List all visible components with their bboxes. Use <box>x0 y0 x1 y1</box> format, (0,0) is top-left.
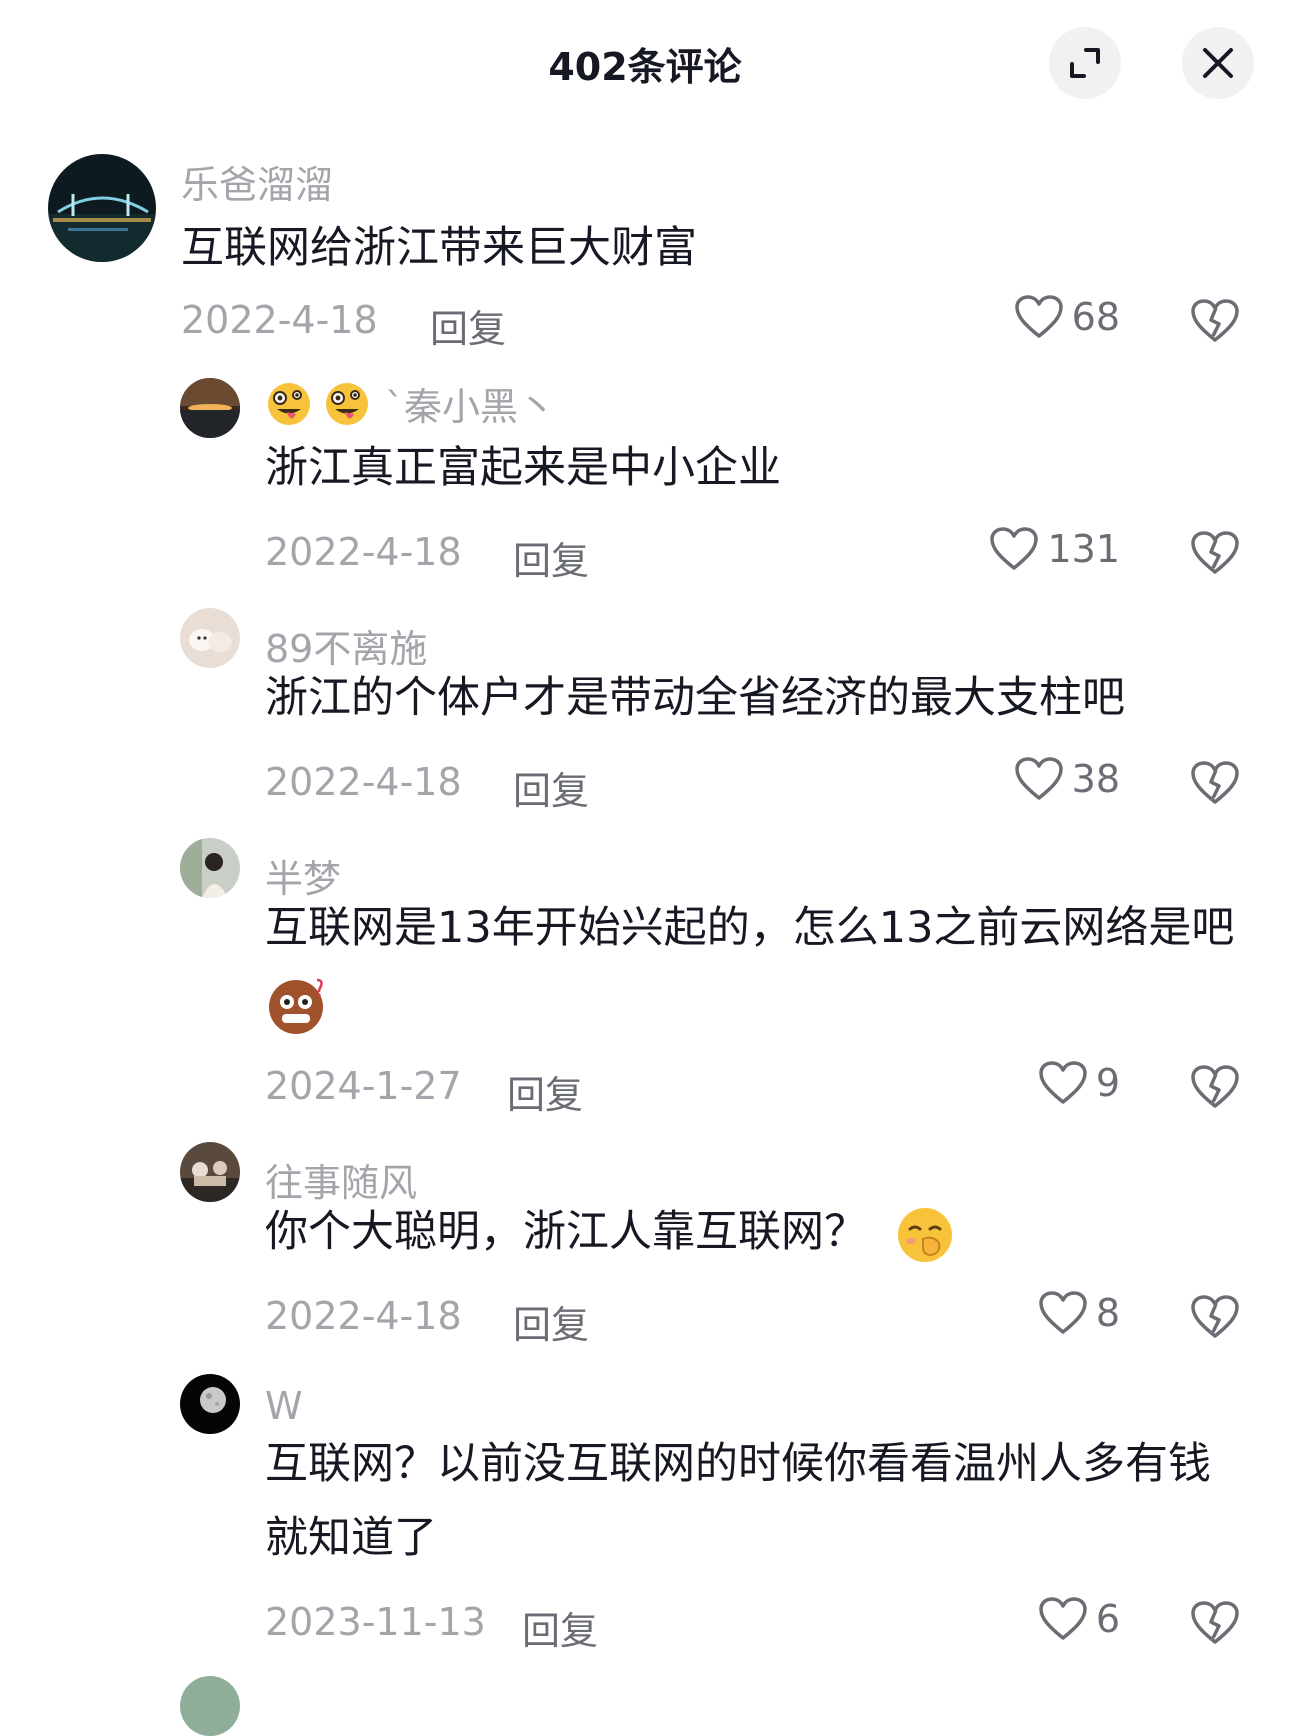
close-icon <box>1203 48 1233 78</box>
comment-date: 2022-4-18 <box>181 298 378 342</box>
heart-icon <box>1014 757 1063 800</box>
reply-item: 89不离施 浙江的个体户才是带动全省经济的最大支柱吧 2022-4-18 回复 … <box>0 608 1290 813</box>
comments-header: 402条评论 <box>0 0 1290 120</box>
username-text: `秦小黑丶 <box>385 385 557 429</box>
avatar[interactable] <box>180 378 240 438</box>
comment-text: 互联网是13年开始兴起的，怎么13之前云网络是吧 <box>265 891 1265 1039</box>
zany-face-emoji <box>268 382 310 425</box>
comment-text: 互联网给浙江带来巨大财富 <box>181 223 697 273</box>
avatar[interactable] <box>180 1676 240 1736</box>
dislike-icon[interactable] <box>1190 758 1240 808</box>
dislike-icon[interactable] <box>1190 1598 1240 1648</box>
heart-icon <box>1039 1597 1087 1640</box>
reply-item: 往事随风 你个大聪明，浙江人靠互联网？ 2022-4-18 回复 8 <box>0 1142 1290 1347</box>
comment-text: 互联网？以前没互联网的时候你看看温州人多有钱 就知道了 <box>265 1427 1275 1575</box>
reply-item: 半梦 互联网是13年开始兴起的，怎么13之前云网络是吧 2024-1-27 回复… <box>0 838 1290 1117</box>
comment-text: 浙江的个体户才是带动全省经济的最大支柱吧 <box>265 673 1125 723</box>
comment-date: 2022-4-18 <box>265 530 462 574</box>
comment-text-content: 互联网是13年开始兴起的，怎么13之前云网络是吧 <box>265 903 1235 953</box>
dizzy-face-emoji <box>269 978 323 1034</box>
dislike-icon[interactable] <box>1190 1292 1240 1342</box>
avatar[interactable] <box>180 608 240 668</box>
like-count: 9 <box>1095 1061 1120 1105</box>
heart-icon <box>1039 1291 1087 1334</box>
reply-button[interactable]: 回复 <box>522 1600 598 1655</box>
like-button[interactable]: 131 <box>980 526 1120 572</box>
username[interactable]: W <box>265 1384 303 1428</box>
dislike-icon[interactable] <box>1190 1062 1240 1112</box>
like-count: 6 <box>1095 1597 1120 1641</box>
zany-face-emoji <box>326 382 368 425</box>
reply-button[interactable]: 回复 <box>430 298 506 353</box>
heart-icon <box>990 527 1039 570</box>
avatar[interactable] <box>180 1142 240 1202</box>
dislike-icon[interactable] <box>1190 296 1240 346</box>
like-count: 38 <box>1071 757 1120 801</box>
like-button[interactable]: 9 <box>980 1060 1120 1106</box>
giggle-face-emoji <box>897 1207 952 1262</box>
like-count: 68 <box>1071 295 1120 339</box>
comment-item: 乐爸溜溜 互联网给浙江带来巨大财富 2022-4-18 回复 68 <box>0 150 1290 353</box>
reply-item: `秦小黑丶 浙江真正富起来是中小企业 2022-4-18 回复 131 <box>0 376 1290 583</box>
reply-button[interactable]: 回复 <box>513 530 589 585</box>
reply-button[interactable]: 回复 <box>513 760 589 815</box>
username[interactable]: `秦小黑丶 <box>265 376 556 431</box>
like-count: 8 <box>1095 1291 1120 1335</box>
like-count: 131 <box>1047 527 1120 571</box>
comment-date: 2023-11-13 <box>265 1600 486 1644</box>
comment-text-line: 互联网？以前没互联网的时候你看看温州人多有钱 <box>265 1439 1211 1489</box>
heart-icon <box>1014 295 1063 338</box>
avatar[interactable] <box>180 838 240 898</box>
comment-text-line: 就知道了 <box>265 1513 437 1563</box>
dislike-icon[interactable] <box>1190 528 1240 578</box>
comment-date: 2022-4-18 <box>265 1294 462 1338</box>
comment-text: 浙江真正富起来是中小企业 <box>265 443 781 493</box>
expand-button[interactable] <box>1049 27 1121 99</box>
avatar[interactable] <box>48 154 156 262</box>
username[interactable]: 乐爸溜溜 <box>181 154 333 209</box>
comment-date: 2024-1-27 <box>265 1064 462 1108</box>
comment-text-content: 你个大聪明，浙江人靠互联网？ <box>265 1207 867 1257</box>
reply-button[interactable]: 回复 <box>507 1064 583 1119</box>
comment-date: 2022-4-18 <box>265 760 462 804</box>
like-button[interactable]: 6 <box>980 1596 1120 1642</box>
like-button[interactable]: 68 <box>980 294 1120 340</box>
reply-item: W 互联网？以前没互联网的时候你看看温州人多有钱 就知道了 2023-11-13… <box>0 1374 1290 1654</box>
comment-text: 你个大聪明，浙江人靠互联网？ <box>265 1195 1265 1269</box>
reply-button[interactable]: 回复 <box>513 1294 589 1349</box>
like-button[interactable]: 8 <box>980 1290 1120 1336</box>
like-button[interactable]: 38 <box>980 756 1120 802</box>
expand-icon <box>1070 48 1100 78</box>
avatar[interactable] <box>180 1374 240 1434</box>
heart-icon <box>1039 1061 1087 1104</box>
close-button[interactable] <box>1182 27 1254 99</box>
